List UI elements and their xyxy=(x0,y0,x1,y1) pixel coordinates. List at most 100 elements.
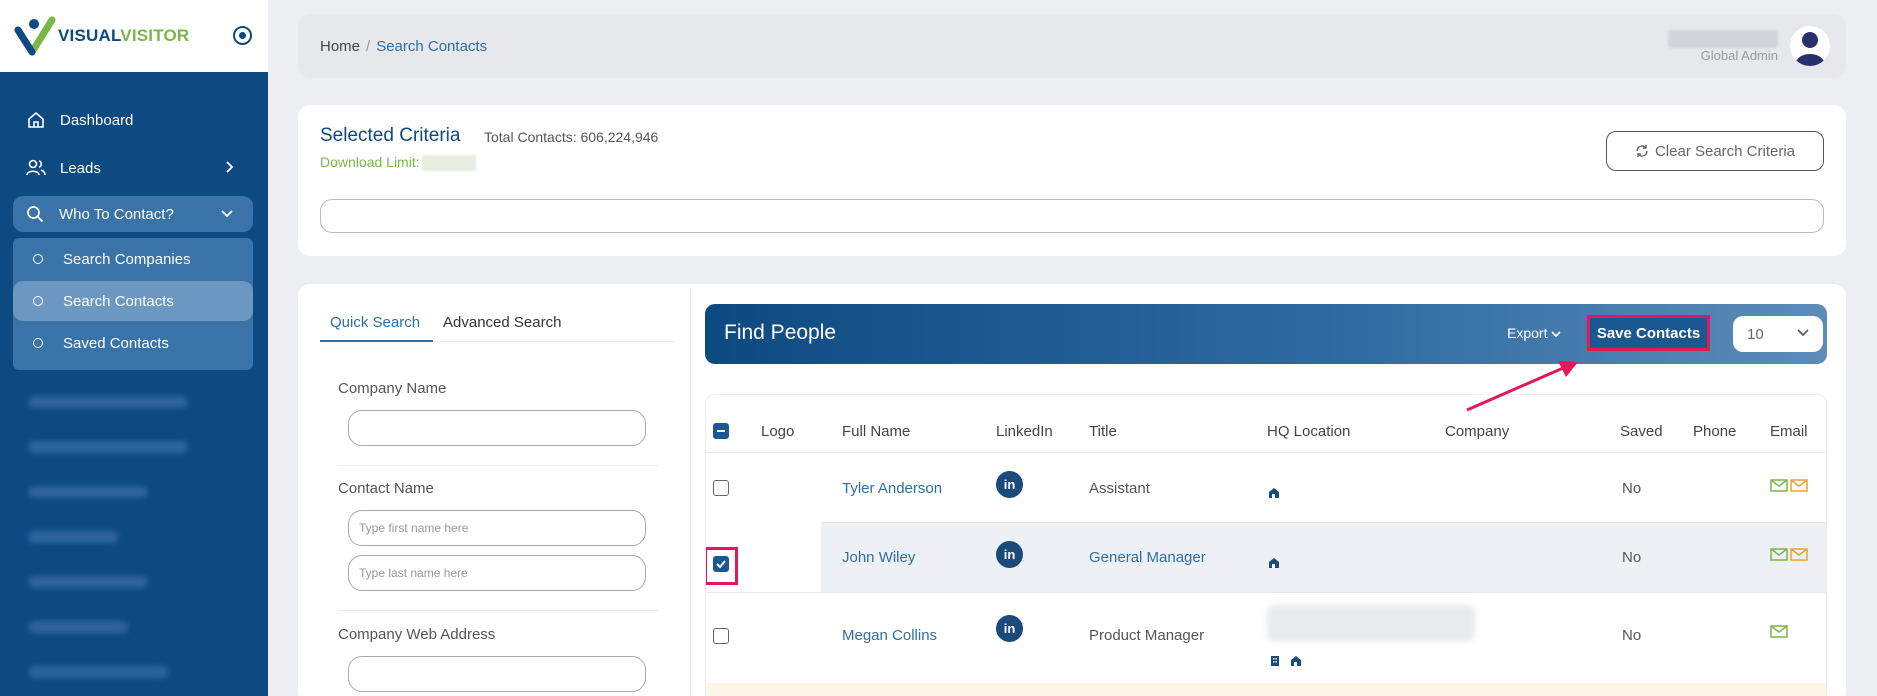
sidebar-toggle-icon[interactable] xyxy=(233,26,252,45)
divider xyxy=(338,465,658,466)
building-icon xyxy=(1269,488,1279,498)
linkedin-icon[interactable]: in xyxy=(996,471,1023,498)
company-name-input[interactable] xyxy=(348,410,646,446)
download-limit-label: Download Limit: xyxy=(320,154,420,170)
next-row-preview xyxy=(706,683,1826,696)
email-unverified-icon[interactable] xyxy=(1790,479,1808,492)
sidebar-item-who-to-contact[interactable]: Who To Contact? xyxy=(13,196,253,232)
contacts-table: Logo Full Name LinkedIn Title HQ Locatio… xyxy=(705,394,1827,696)
email-verified-icon[interactable] xyxy=(1770,625,1788,638)
find-people-bar: Find People Export Save Contacts 10 xyxy=(705,304,1827,364)
refresh-icon xyxy=(1636,145,1648,157)
user-name-redacted xyxy=(1668,30,1778,48)
save-contacts-button[interactable]: Save Contacts xyxy=(1587,315,1710,351)
criteria-title: Selected Criteria xyxy=(320,125,461,146)
select-all-checkbox[interactable] xyxy=(713,423,729,439)
active-tab-indicator xyxy=(320,340,433,342)
circle-icon xyxy=(33,296,43,306)
breadcrumb-separator: / xyxy=(366,38,371,55)
contact-title: Product Manager xyxy=(1089,627,1205,644)
contact-name-link[interactable]: Megan Collins xyxy=(842,627,937,644)
first-name-input[interactable]: Type first name here xyxy=(348,510,646,546)
last-name-input[interactable]: Type last name here xyxy=(348,555,646,591)
export-dropdown[interactable]: Export xyxy=(1507,325,1561,341)
column-header-linkedin: LinkedIn xyxy=(996,423,1053,440)
sidebar-item-search-contacts[interactable]: Search Contacts xyxy=(13,281,253,321)
circle-icon xyxy=(33,338,43,348)
table-row[interactable]: Tyler Anderson in Assistant No xyxy=(706,452,1826,522)
blurred-nav-item xyxy=(28,531,118,543)
column-header-email: Email xyxy=(1770,423,1808,440)
building-icon xyxy=(1291,656,1301,666)
contact-name-link[interactable]: Tyler Anderson xyxy=(842,480,942,497)
blurred-nav-item xyxy=(28,441,188,453)
avatar[interactable] xyxy=(1790,26,1830,66)
sidebar-item-dashboard[interactable]: Dashboard xyxy=(14,102,254,138)
logo-text: VISUALVISITOR xyxy=(58,26,190,45)
table-row[interactable]: Megan Collins in Product Manager No xyxy=(706,592,1826,682)
total-contacts: Total Contacts: 606,224,946 xyxy=(484,129,659,145)
panel-divider xyxy=(690,290,691,696)
check-icon xyxy=(716,560,726,569)
sidebar-item-label: Dashboard xyxy=(60,111,134,129)
criteria-tags-field[interactable] xyxy=(320,199,1824,233)
sidebar-item-label: Saved Contacts xyxy=(63,334,169,352)
contact-name-label: Contact Name xyxy=(338,480,434,497)
contact-title[interactable]: General Manager xyxy=(1089,549,1206,566)
per-page-value: 10 xyxy=(1747,325,1764,343)
hq-location-redacted xyxy=(1267,605,1475,641)
office-icon xyxy=(1271,656,1279,666)
sidebar-item-search-companies[interactable]: Search Companies xyxy=(13,239,253,279)
column-header-full-name[interactable]: Full Name xyxy=(842,423,910,440)
row-checkbox[interactable] xyxy=(713,480,729,496)
download-limit: Download Limit: xyxy=(320,154,476,172)
blurred-nav-item xyxy=(28,396,188,408)
chevron-down-icon xyxy=(221,210,233,218)
linkedin-icon[interactable]: in xyxy=(996,541,1023,568)
column-header-hq-location[interactable]: HQ Location xyxy=(1267,423,1350,440)
search-icon xyxy=(25,204,45,224)
column-header-title[interactable]: Title xyxy=(1089,423,1117,440)
linkedin-icon[interactable]: in xyxy=(996,615,1023,642)
row-checkbox-checked[interactable] xyxy=(713,556,729,572)
selected-criteria-card: Selected Criteria Total Contacts: 606,22… xyxy=(298,105,1846,256)
find-people-title: Find People xyxy=(724,321,837,344)
row-checkbox[interactable] xyxy=(713,628,729,644)
tab-advanced-search[interactable]: Advanced Search xyxy=(443,314,561,331)
clear-search-criteria-button[interactable]: Clear Search Criteria xyxy=(1606,131,1824,171)
tab-quick-search[interactable]: Quick Search xyxy=(330,314,420,331)
home-icon xyxy=(26,110,46,130)
building-icon xyxy=(1269,558,1279,568)
search-card: Quick Search Advanced Search Company Nam… xyxy=(298,284,1846,696)
sidebar-item-label: Who To Contact? xyxy=(59,205,174,223)
email-verified-icon[interactable] xyxy=(1770,548,1788,561)
table-row-selected[interactable]: John Wiley in General Manager No xyxy=(821,522,1826,592)
divider xyxy=(338,610,658,611)
chevron-right-icon xyxy=(226,161,234,173)
email-unverified-icon[interactable] xyxy=(1790,548,1808,561)
breadcrumb: Home / Search Contacts xyxy=(320,38,487,55)
clear-button-label: Clear Search Criteria xyxy=(1654,142,1796,160)
chevron-down-icon xyxy=(1551,331,1561,338)
column-header-phone: Phone xyxy=(1693,423,1737,440)
sidebar-item-label: Search Companies xyxy=(63,250,191,268)
contact-name-link[interactable]: John Wiley xyxy=(842,549,915,566)
breadcrumb-home[interactable]: Home xyxy=(320,38,360,55)
sidebar-item-leads[interactable]: Leads xyxy=(14,150,254,186)
minus-icon xyxy=(717,430,725,432)
column-header-logo: Logo xyxy=(761,423,795,440)
per-page-select[interactable]: 10 xyxy=(1733,316,1823,352)
column-header-company[interactable]: Company xyxy=(1445,423,1509,440)
saved-status: No xyxy=(1622,549,1642,566)
sidebar-item-label: Search Contacts xyxy=(63,292,174,310)
sidebar-item-saved-contacts[interactable]: Saved Contacts xyxy=(13,323,253,363)
blurred-nav-item xyxy=(28,666,168,678)
logo-icon xyxy=(14,16,56,56)
saved-status: No xyxy=(1622,627,1642,644)
company-web-address-input[interactable] xyxy=(348,656,646,692)
download-limit-redacted xyxy=(421,155,476,172)
sidebar-submenu: Search Companies Search Contacts Saved C… xyxy=(13,238,253,370)
email-verified-icon[interactable] xyxy=(1770,479,1788,492)
user-avatar-icon xyxy=(1795,32,1825,66)
chevron-down-icon xyxy=(1797,329,1809,337)
